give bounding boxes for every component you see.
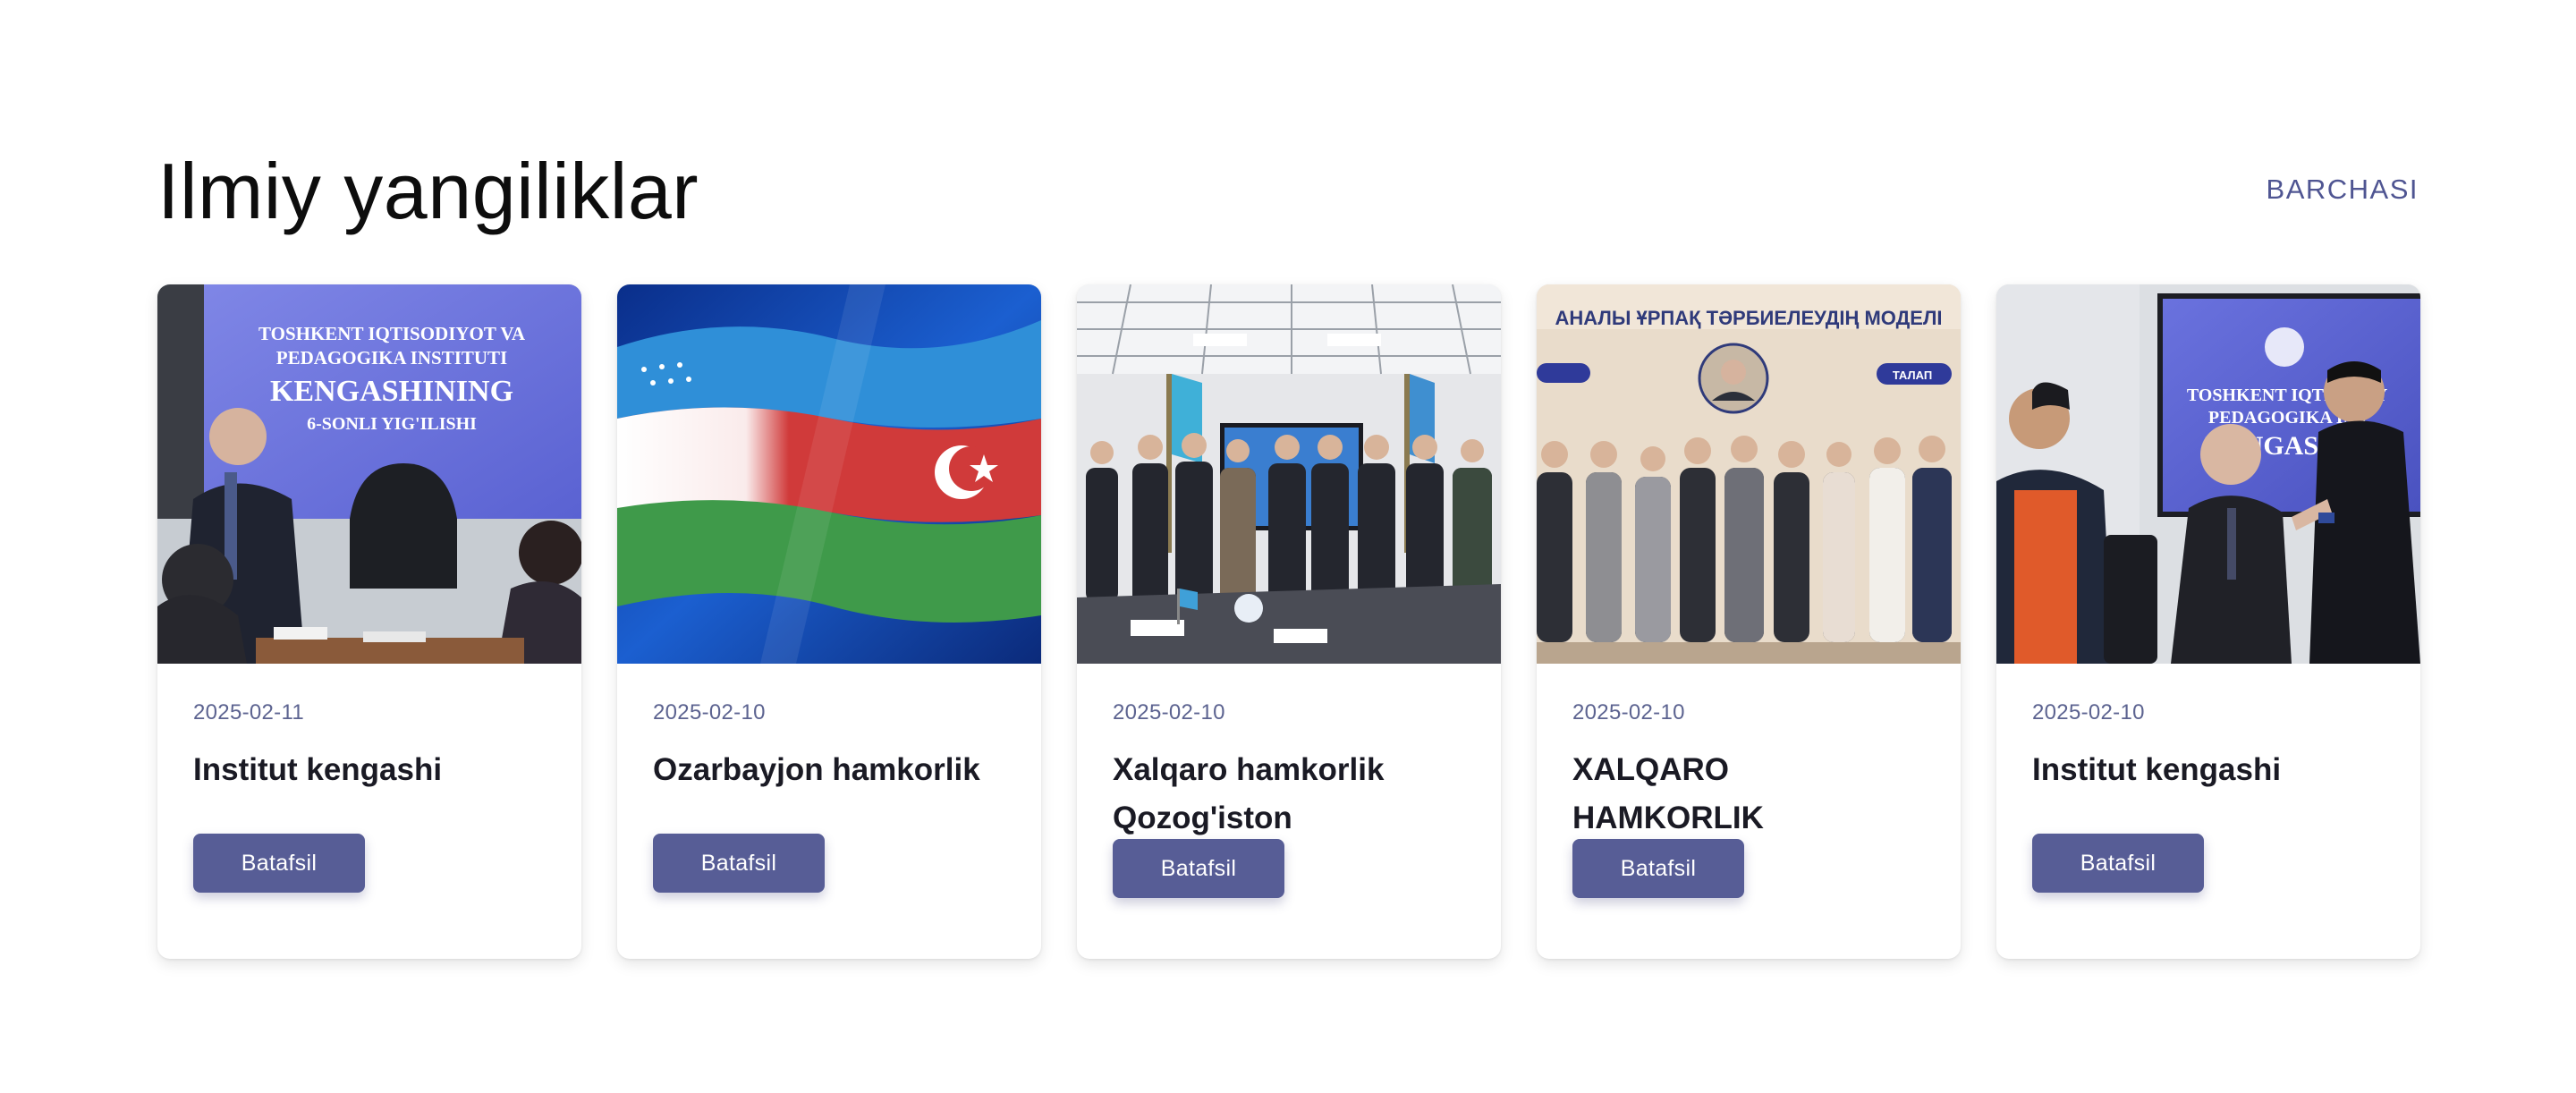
news-card-image[interactable]: TOSHKENT IQTISODIYOT VA PEDAGOGIKA INSTI… xyxy=(157,284,581,664)
details-button[interactable]: Batafsil xyxy=(1113,839,1284,898)
image-caption: TOSHKENT IQTISODIYOT VA xyxy=(258,323,526,344)
news-headline[interactable]: Ozarbayjon hamkorlik xyxy=(653,746,1005,837)
news-headline[interactable]: Xalqaro hamkorlik Qozog'iston xyxy=(1113,746,1465,843)
details-button[interactable]: Batafsil xyxy=(2032,834,2204,893)
details-button[interactable]: Batafsil xyxy=(193,834,365,893)
news-date: 2025-02-10 xyxy=(1572,700,1685,724)
details-button[interactable]: Batafsil xyxy=(1572,839,1744,898)
news-card-body: 2025-02-10 Ozarbayjon hamkorlik Batafsil xyxy=(617,664,1041,893)
news-card-image[interactable] xyxy=(1077,284,1501,664)
news-card[interactable]: TOSHKENT IQTISODIYOT VA PEDAGOGIKA INSTI… xyxy=(157,284,581,959)
section-title: Ilmiy yangiliklar xyxy=(157,147,699,235)
news-cards: TOSHKENT IQTISODIYOT VA PEDAGOGIKA INSTI… xyxy=(157,284,2420,964)
image-caption: ТАЛАП xyxy=(1893,369,1932,382)
news-card-body: 2025-02-10 XALQARO HAMKORLIK Batafsil xyxy=(1537,664,1961,898)
news-card-body: 2025-02-10 Xalqaro hamkorlik Qozog'iston… xyxy=(1077,664,1501,898)
news-headline[interactable]: Institut kengashi xyxy=(193,746,546,837)
image-caption: PEDAGOGIKA INSTITUTI xyxy=(276,347,507,369)
news-card-body: 2025-02-11 Institut kengashi Batafsil xyxy=(157,664,581,893)
news-headline[interactable]: Institut kengashi xyxy=(2032,746,2385,837)
news-card-body: 2025-02-10 Institut kengashi Batafsil xyxy=(1996,664,2420,893)
details-button[interactable]: Batafsil xyxy=(653,834,825,893)
see-all-link[interactable]: BARCHASI xyxy=(2267,172,2419,208)
news-date: 2025-02-10 xyxy=(2032,700,2145,724)
news-date: 2025-02-10 xyxy=(653,700,766,724)
news-card-image[interactable]: TOSHKENT IQTISODIY PEDAGOGIKA INS KENGAS… xyxy=(1996,284,2420,664)
news-date: 2025-02-11 xyxy=(193,700,304,724)
news-section: Ilmiy yangiliklar BARCHASI TOSHKENT IQTI… xyxy=(157,143,2420,959)
image-caption: KENGASHINING xyxy=(270,375,513,408)
news-date: 2025-02-10 xyxy=(1113,700,1225,724)
news-card-image[interactable]: АНАЛЫ ҰРПАҚ ТӘРБИЕЛЕУДІҢ МОДЕЛІ ТАЛАП xyxy=(1537,284,1961,664)
news-card-image[interactable] xyxy=(617,284,1041,664)
image-caption: АНАЛЫ ҰРПАҚ ТӘРБИЕЛЕУДІҢ МОДЕЛІ xyxy=(1555,307,1942,329)
news-headline[interactable]: XALQARO HAMKORLIK xyxy=(1572,746,1925,843)
section-header: Ilmiy yangiliklar BARCHASI xyxy=(157,143,2419,250)
news-card[interactable]: АНАЛЫ ҰРПАҚ ТӘРБИЕЛЕУДІҢ МОДЕЛІ ТАЛАП 20… xyxy=(1537,284,1961,959)
news-card[interactable]: 2025-02-10 Xalqaro hamkorlik Qozog'iston… xyxy=(1077,284,1501,959)
news-card[interactable]: TOSHKENT IQTISODIY PEDAGOGIKA INS KENGAS… xyxy=(1996,284,2420,959)
news-card[interactable]: 2025-02-10 Ozarbayjon hamkorlik Batafsil xyxy=(617,284,1041,959)
image-caption: 6-SONLI YIG'ILISHI xyxy=(307,414,477,434)
